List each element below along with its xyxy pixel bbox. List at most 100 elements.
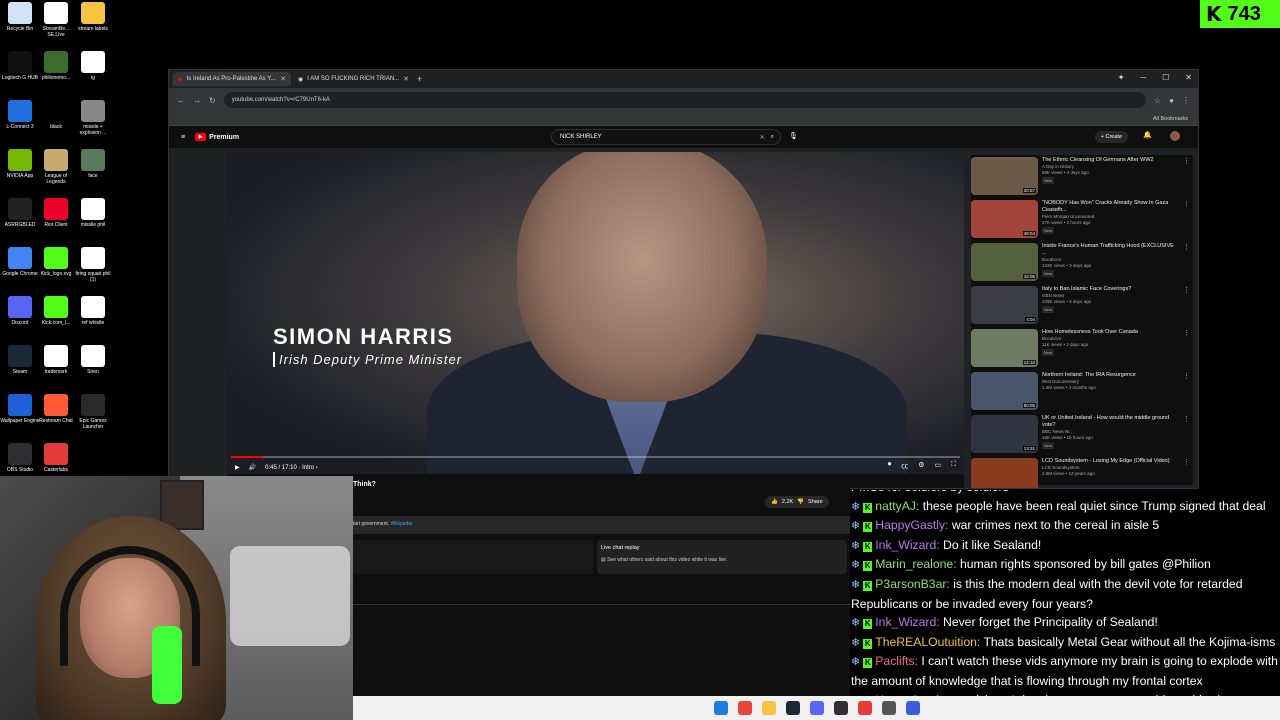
more-options-icon[interactable]: ⋮ <box>1183 200 1193 239</box>
desktop-icon[interactable]: Steam <box>0 345 40 375</box>
desktop-icon[interactable]: face <box>73 149 113 179</box>
chat-username[interactable]: nattyAJ: <box>875 499 919 513</box>
forward-icon[interactable]: → <box>193 96 201 105</box>
recommendation-item[interactable]: 14:10 How Homelessness Took Over Canada Bo… <box>971 327 1193 370</box>
avatar[interactable] <box>1170 131 1180 141</box>
reload-icon[interactable]: ↻ <box>209 96 216 105</box>
more-options-icon[interactable]: ⋮ <box>1183 157 1193 196</box>
recommendation-item[interactable]: 48:04 "NOBODY Has Won" Cracks Already Sho… <box>971 198 1193 241</box>
chrome-icon[interactable] <box>737 701 752 715</box>
desktop-icon[interactable]: missile + explosion ... <box>73 100 113 136</box>
video-thumbnail[interactable]: 18:06 <box>971 243 1038 281</box>
minimize-icon[interactable]: ─ <box>1140 73 1146 82</box>
video-thumbnail[interactable]: 14:10 <box>971 329 1038 367</box>
desktop-icon[interactable]: League of Legends <box>36 149 76 185</box>
recommendation-item[interactable]: 4:28 LCD Soundsystem - Losing My Edge (Of… <box>971 456 1193 488</box>
desktop-icon[interactable]: black <box>36 100 76 130</box>
video-thumbnail[interactable]: 4:04 <box>971 286 1038 324</box>
discord-icon[interactable] <box>809 701 824 715</box>
desktop-icon[interactable]: StreamBe... SE.Live <box>36 2 76 38</box>
obs-icon[interactable] <box>833 701 848 715</box>
bookmark-star-icon[interactable]: ☆ <box>1154 96 1161 105</box>
recommendation-item[interactable]: 18:06 Inside France's Human Trafficking H… <box>971 241 1193 284</box>
search-input[interactable]: NICK SHIRLEY ✕ ⌕ <box>551 129 781 145</box>
app-icon[interactable] <box>881 701 896 715</box>
video-player[interactable]: SIMON HARRIS Irish Deputy Prime Minister… <box>227 152 964 474</box>
desktop-icon[interactable]: Google Chrome <box>0 247 40 277</box>
recommendation-item[interactable]: 4:04 Italy to Ban Islamic Face Coverings?… <box>971 284 1193 327</box>
voice-search-icon[interactable]: 🎙 <box>789 132 798 140</box>
create-button[interactable]: + Create <box>1094 131 1128 143</box>
recommendation-title[interactable]: The Ethnic Cleansing Of Germans After WW… <box>1042 157 1179 164</box>
captions-icon[interactable]: ㏄ <box>901 461 908 471</box>
chat-username[interactable]: Marin_realone: <box>875 557 956 571</box>
recommendation-title[interactable]: "NOBODY Has Won" Cracks Already Show In … <box>1042 200 1179 214</box>
recommendation-item[interactable]: 13:31 UK or United Ireland - How would th… <box>971 413 1193 456</box>
chat-username[interactable]: TheREALOutuition: <box>875 635 980 649</box>
desktop-icon[interactable]: Epic Games Launcher <box>73 394 113 430</box>
desktop-icon[interactable]: stream labels <box>73 2 113 32</box>
desktop-icon[interactable]: firing squad phil (1) <box>73 247 113 283</box>
more-options-icon[interactable]: ⋮ <box>1183 415 1193 454</box>
wikipedia-link[interactable]: Wikipedia <box>391 521 413 527</box>
menu-kebab-icon[interactable]: ⋮ <box>1182 96 1190 105</box>
autoplay-toggle-icon[interactable]: ⏺ <box>888 461 892 471</box>
desktop-icon[interactable]: Recycle Bin <box>0 2 40 32</box>
all-bookmarks-link[interactable]: All Bookmarks <box>1153 116 1188 122</box>
desktop-icon[interactable]: Logitech G HUB <box>0 51 40 81</box>
share-label[interactable]: Share <box>808 499 823 505</box>
recommendation-item[interactable]: 50:05 Northern Ireland: The IRA Resurgenc… <box>971 370 1193 413</box>
theater-mode-icon[interactable]: ▭ <box>934 461 941 471</box>
recommendation-title[interactable]: UK or United Ireland - How would the mid… <box>1042 415 1179 429</box>
maximize-icon[interactable]: ☐ <box>1162 73 1169 82</box>
settings-gear-icon[interactable]: ⚙ <box>918 461 924 471</box>
recommendation-title[interactable]: How Homelessness Took Over Canada <box>1042 329 1179 336</box>
chat-username[interactable]: Ink_Wizard: <box>875 538 939 552</box>
video-thumbnail[interactable]: 13:31 <box>971 415 1038 453</box>
thumbs-down-icon[interactable]: 👎 <box>797 499 804 505</box>
recommendation-title[interactable]: Inside France's Human Trafficking Hood (… <box>1042 243 1179 257</box>
file-explorer-icon[interactable] <box>761 701 776 715</box>
profile-icon[interactable]: ● <box>1169 96 1174 105</box>
desktop-icon[interactable]: Riot Client <box>36 198 76 228</box>
chat-app-icon[interactable] <box>905 701 920 715</box>
video-thumbnail[interactable]: 4:28 <box>971 458 1038 488</box>
desktop-icon[interactable]: Wallpaper Engine <box>0 394 40 424</box>
extensions-icon[interactable]: ✦ <box>1118 73 1125 82</box>
volume-icon[interactable]: 🔊 <box>249 464 256 471</box>
tab-active[interactable]: ▶ Is Ireland As Pro-Palestine As Y... ✕ <box>173 72 291 86</box>
video-thumbnail[interactable]: 48:04 <box>971 200 1038 238</box>
desktop-icon[interactable]: philionemo... <box>36 51 76 81</box>
hamburger-menu-icon[interactable]: ≡ <box>181 134 185 141</box>
chat-username[interactable]: P3arsonB3ar: <box>875 577 950 591</box>
notifications-bell-icon[interactable]: 🔔 <box>1143 131 1152 139</box>
recommendation-title[interactable]: LCD Soundsystem - Losing My Edge (Offici… <box>1042 458 1179 465</box>
youtube-logo[interactable]: ▶ Premium <box>195 133 239 141</box>
desktop-icon[interactable]: Casterlabs <box>36 443 76 473</box>
search-icon[interactable]: ⌕ <box>771 134 774 141</box>
more-options-icon[interactable]: ⋮ <box>1183 458 1193 488</box>
recommendation-item[interactable]: 20:57 The Ethnic Cleansing Of Germans Aft… <box>971 155 1193 198</box>
chat-username[interactable]: HappyGastly: <box>875 518 948 532</box>
url-input[interactable]: youtube.com/watch?v=rC79UnT6-kA <box>223 92 1146 108</box>
more-options-icon[interactable]: ⋮ <box>1183 329 1193 368</box>
desktop-icon[interactable]: NVIDIA App <box>0 149 40 179</box>
description-box[interactable]: tari government. Wikipedia <box>353 516 850 534</box>
more-options-icon[interactable]: ⋮ <box>1183 243 1193 282</box>
desktop-icon[interactable]: trademark <box>36 345 76 375</box>
desktop-icon[interactable]: missile phil <box>73 198 113 228</box>
more-options-icon[interactable]: ⋮ <box>1183 286 1193 325</box>
desktop-icon[interactable]: Restream Chat <box>36 394 76 424</box>
desktop-icon[interactable]: ref whistle <box>73 296 113 326</box>
play-icon[interactable]: ▶ <box>235 464 240 471</box>
restream-icon[interactable] <box>857 701 872 715</box>
desktop-icon[interactable]: OBS Studio <box>0 443 40 473</box>
desktop-icon[interactable]: ig <box>73 51 113 81</box>
steam-icon[interactable] <box>785 701 800 715</box>
video-progress-bar[interactable] <box>231 456 960 458</box>
desktop-icon[interactable]: L-Connect 3 <box>0 100 40 130</box>
desktop-icon[interactable]: Siren <box>73 345 113 375</box>
video-thumbnail[interactable]: 50:05 <box>971 372 1038 410</box>
recommendation-title[interactable]: Italy to Ban Islamic Face Coverings? <box>1042 286 1179 293</box>
back-icon[interactable]: ← <box>177 96 185 105</box>
